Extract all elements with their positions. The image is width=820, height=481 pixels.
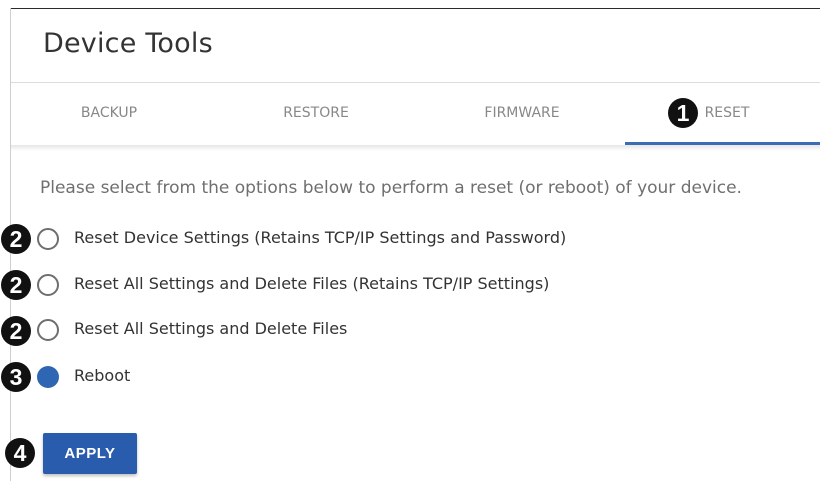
radio-button[interactable] (37, 319, 59, 341)
page-title: Device Tools (43, 28, 213, 59)
device-tools-page: Device Tools BACKUP RESTORE FIRMWARE RES… (0, 0, 820, 481)
tab-restore[interactable]: RESTORE (218, 83, 414, 143)
frame-top-border (10, 8, 820, 9)
option-reset-all-delete-files[interactable]: Reset All Settings and Delete Files (37, 317, 737, 343)
option-reset-device-settings[interactable]: Reset Device Settings (Retains TCP/IP Se… (37, 226, 737, 252)
tab-bar: BACKUP RESTORE FIRMWARE RESET (11, 83, 820, 145)
callout-marker-2: 2 (1, 224, 31, 254)
callout-marker-4: 4 (5, 438, 35, 468)
tab-firmware[interactable]: FIRMWARE (424, 83, 620, 143)
radio-button[interactable] (37, 228, 59, 250)
option-reboot[interactable]: Reboot (37, 364, 737, 390)
radio-button[interactable] (37, 274, 59, 296)
tab-backup[interactable]: BACKUP (11, 83, 207, 143)
callout-marker-2: 2 (1, 270, 31, 300)
option-reset-all-delete-files-retain-tcpip[interactable]: Reset All Settings and Delete Files (Ret… (37, 272, 737, 298)
option-label: Reset Device Settings (Retains TCP/IP Se… (74, 228, 567, 247)
callout-marker-3: 3 (1, 362, 31, 392)
tab-reset[interactable]: RESET (629, 83, 820, 143)
option-label: Reset All Settings and Delete Files (74, 319, 348, 338)
radio-button-selected[interactable] (37, 366, 59, 388)
reset-instructions: Please select from the options below to … (40, 178, 742, 198)
apply-button[interactable]: APPLY (43, 433, 137, 474)
callout-marker-2: 2 (1, 316, 31, 346)
tab-bar-shadow (11, 145, 820, 151)
option-label: Reboot (74, 366, 131, 385)
option-label: Reset All Settings and Delete Files (Ret… (74, 274, 550, 293)
callout-marker-1: 1 (668, 98, 698, 128)
